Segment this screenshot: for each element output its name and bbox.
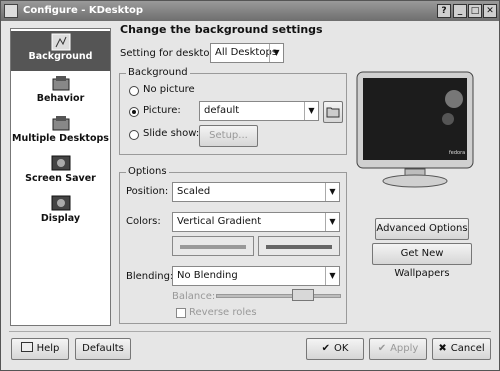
chevron-down-icon: ▼ xyxy=(304,102,318,120)
no-picture-radio[interactable] xyxy=(129,86,139,96)
balance-label: Balance: xyxy=(172,291,216,302)
fedora-logo-text: fedora xyxy=(449,150,465,156)
balance-slider[interactable] xyxy=(216,294,341,298)
reverse-roles-checkbox[interactable] xyxy=(176,308,186,318)
position-select-value: Scaled xyxy=(177,186,211,197)
sidebar-item-behavior[interactable]: Behavior xyxy=(11,73,110,113)
sidebar-item-label: Behavior xyxy=(36,93,85,104)
picture-radio[interactable] xyxy=(129,107,139,117)
window-title: Configure - KDesktop xyxy=(23,5,144,16)
chevron-down-icon: ▼ xyxy=(325,183,339,201)
picture-select[interactable]: default ▼ xyxy=(199,101,319,121)
sidebar-item-label: Multiple Desktops xyxy=(12,133,109,144)
cancel-icon: ✖ xyxy=(438,343,447,354)
background-icon xyxy=(51,33,70,51)
cancel-label: Cancel xyxy=(450,343,485,354)
secondary-color-swatch xyxy=(266,245,332,249)
sidebar-item-multiple-desktops[interactable]: Multiple Desktops xyxy=(11,113,110,153)
slide-show-radio[interactable] xyxy=(129,130,139,140)
slide-show-label: Slide show: xyxy=(143,128,200,139)
ok-label: OK xyxy=(333,343,349,354)
ok-button[interactable]: ✔ OK xyxy=(306,338,364,360)
help-window-button[interactable]: ? xyxy=(437,4,451,18)
sidebar-item-background[interactable]: Background xyxy=(11,31,110,71)
folder-icon xyxy=(326,107,340,118)
setting-for-desktop-label: Setting for desktop: xyxy=(120,48,220,59)
apply-button[interactable]: ✔ Apply xyxy=(369,338,427,360)
sidebar: Background Behavior Multiple Desktops Sc… xyxy=(10,28,111,326)
primary-color-swatch xyxy=(180,245,246,249)
blending-select[interactable]: No Blending ▼ xyxy=(172,266,340,286)
browse-folder-button[interactable] xyxy=(323,101,343,123)
apply-label: Apply xyxy=(390,343,419,354)
chevron-down-icon: ▼ xyxy=(325,267,339,285)
title-bar[interactable]: Configure - KDesktop ? _ □ ✕ xyxy=(1,1,499,21)
sidebar-item-display[interactable]: Display xyxy=(11,193,110,233)
colors-select[interactable]: Vertical Gradient ▼ xyxy=(172,212,340,232)
blending-label: Blending: xyxy=(126,271,174,282)
display-icon xyxy=(51,195,70,211)
balance-slider-handle[interactable] xyxy=(292,289,314,301)
multiple-desktops-icon xyxy=(52,116,69,131)
reverse-roles-label: Reverse roles xyxy=(189,307,257,318)
position-label: Position: xyxy=(126,186,169,197)
chevron-down-icon: ▼ xyxy=(325,213,339,231)
picture-label: Picture: xyxy=(143,105,181,116)
minimize-button[interactable]: _ xyxy=(453,4,467,18)
help-button[interactable]: Help xyxy=(11,338,69,360)
advanced-options-button[interactable]: Advanced Options xyxy=(375,218,469,240)
chevron-down-icon: ▼ xyxy=(269,44,283,62)
help-book-icon xyxy=(20,342,33,352)
maximize-button[interactable]: □ xyxy=(468,4,482,18)
sidebar-item-screen-saver[interactable]: Screen Saver xyxy=(11,153,110,193)
no-picture-label: No picture xyxy=(143,84,195,95)
colors-label: Colors: xyxy=(126,216,161,227)
checkmark-icon: ✔ xyxy=(321,343,330,354)
app-icon[interactable] xyxy=(4,4,18,18)
position-select[interactable]: Scaled ▼ xyxy=(172,182,340,202)
sidebar-item-label: Screen Saver xyxy=(25,173,96,184)
footer-separator xyxy=(9,331,491,332)
get-new-wallpapers-button[interactable]: Get New Wallpapers xyxy=(372,243,472,279)
setup-button[interactable]: Setup... xyxy=(199,125,258,147)
picture-select-value: default xyxy=(204,105,240,116)
blending-select-value: No Blending xyxy=(177,270,238,281)
colors-select-value: Vertical Gradient xyxy=(177,216,262,227)
primary-color-button[interactable] xyxy=(172,236,254,256)
apply-icon: ✔ xyxy=(377,343,387,354)
help-label: Help xyxy=(36,343,60,354)
configure-window: Configure - KDesktop ? _ □ ✕ Background … xyxy=(0,0,500,371)
background-group-title: Background xyxy=(126,67,190,78)
sidebar-item-label: Display xyxy=(40,213,81,224)
screen-saver-icon xyxy=(51,155,70,171)
behavior-icon xyxy=(52,76,69,91)
page-title: Change the background settings xyxy=(120,23,323,36)
close-window-button[interactable]: ✕ xyxy=(483,4,497,18)
desktop-select-value: All Desktops xyxy=(215,47,278,58)
defaults-button[interactable]: Defaults xyxy=(75,338,131,360)
desktop-select[interactable]: All Desktops ▼ xyxy=(210,43,284,63)
cancel-button[interactable]: ✖ Cancel xyxy=(432,338,491,360)
wallpaper-preview: fedora xyxy=(356,71,474,188)
options-group-title: Options xyxy=(126,166,169,177)
sidebar-item-label: Background xyxy=(28,51,93,62)
secondary-color-button[interactable] xyxy=(258,236,340,256)
